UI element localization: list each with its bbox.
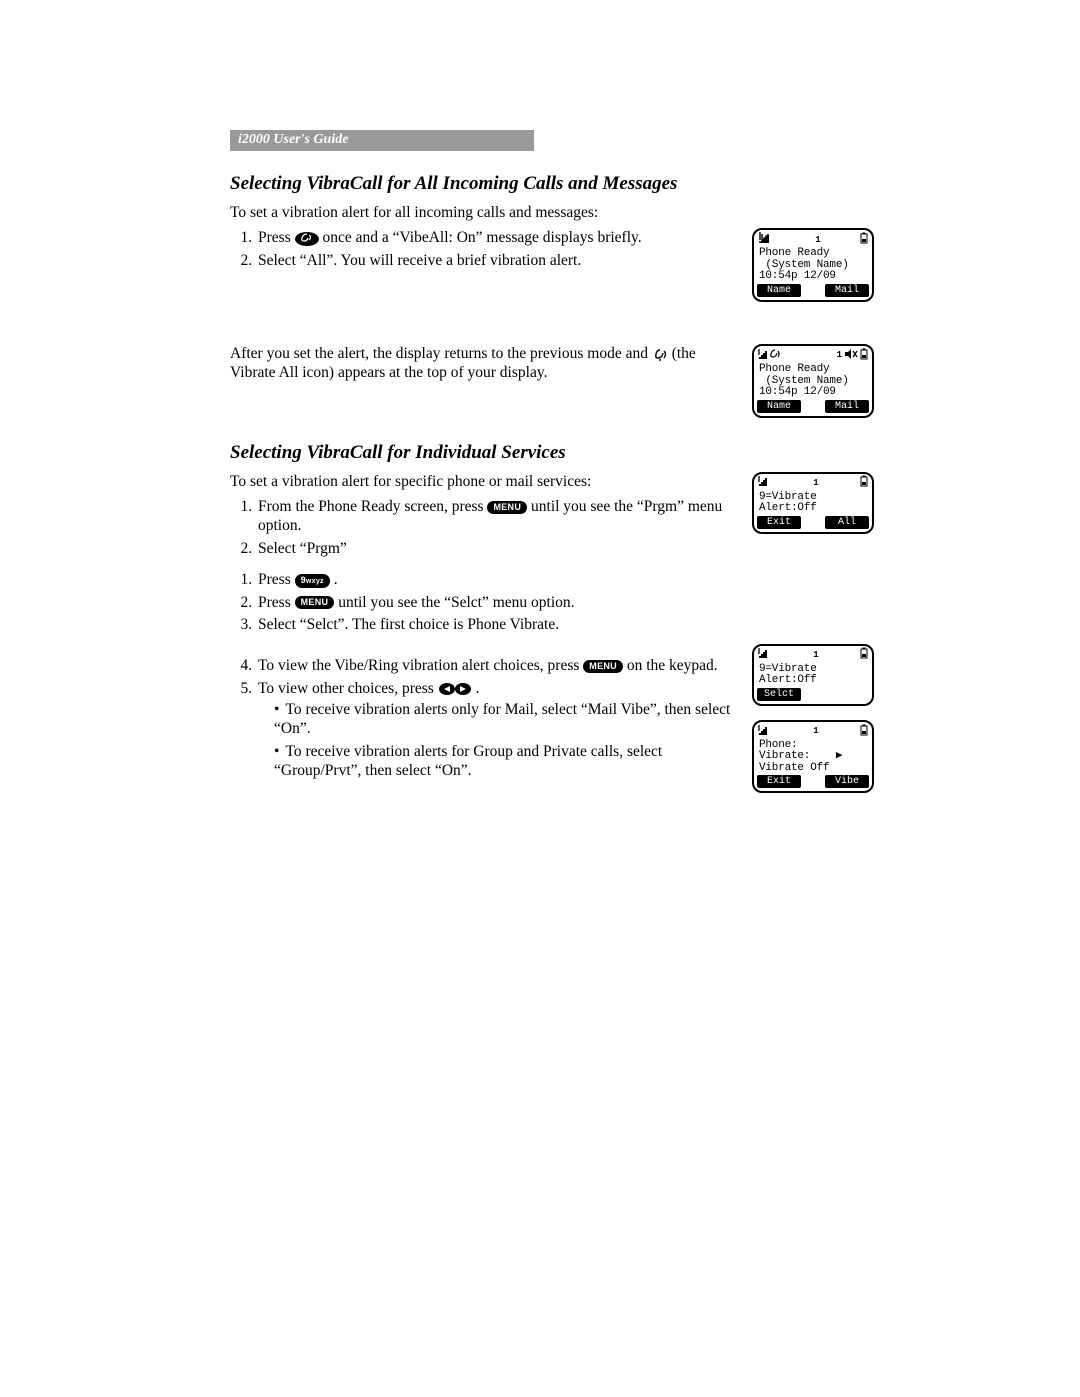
- battery-icon: [860, 647, 868, 664]
- line-digit: 1: [815, 236, 820, 245]
- section1-intro: To set a vibration alert for all incomin…: [230, 203, 880, 222]
- step: Press MENU until you see the “Selct” men…: [256, 593, 734, 612]
- softkey-right: Mail: [825, 400, 869, 413]
- menu-key-icon: MENU: [487, 501, 527, 514]
- signal-icon: [758, 232, 776, 249]
- header-title: i2000 User's Guide: [238, 132, 348, 147]
- softkey-left: Selct: [757, 688, 801, 701]
- step: Press 9wxyz .: [256, 570, 734, 589]
- phone-screen: 1 Phone: Vibrate: ▶ Vibrate Off Exit Vib…: [752, 720, 874, 794]
- screen-line: Vibrate Off: [759, 763, 867, 775]
- bullet: To receive vibration alerts only for Mai…: [272, 700, 734, 739]
- section2-bullets: To receive vibration alerts only for Mai…: [258, 700, 734, 781]
- nine-key-icon: 9wxyz: [295, 574, 330, 588]
- section1-steps: Press once and a “VibeAll: On” message d…: [230, 228, 734, 270]
- step: Press once and a “VibeAll: On” message d…: [256, 228, 734, 247]
- phone-screen: 1 9=Vibrate Alert:Off Exit All: [752, 472, 874, 534]
- line-digit: 1: [813, 727, 818, 736]
- softkey-left: Exit: [757, 516, 801, 529]
- softkey-right: Mail: [825, 284, 869, 297]
- status-row: 1: [757, 349, 869, 363]
- phone-screen: 1 9=Vibrate Alert:Off Selct ____: [752, 644, 874, 706]
- mute-icon: [844, 348, 858, 365]
- signal-icon: [758, 724, 772, 741]
- battery-icon: [860, 232, 868, 249]
- step: To view the Vibe/Ring vibration alert ch…: [256, 656, 734, 675]
- softkey-right: Vibe: [825, 775, 869, 788]
- page: i2000 User's Guide Selecting VibraCall f…: [0, 0, 1080, 1397]
- vibrate-all-icon: [652, 346, 668, 361]
- softkey-left: Name: [757, 284, 801, 297]
- vibe-key-icon: [295, 232, 319, 246]
- section1-title: Selecting VibraCall for All Incoming Cal…: [230, 173, 880, 195]
- line-digit: 1: [837, 351, 842, 360]
- step: To view other choices, press . To receiv…: [256, 679, 734, 781]
- section2-stepsB: Press 9wxyz . Press MENU until you see t…: [230, 570, 734, 780]
- line-digit: 1: [813, 651, 818, 660]
- battery-icon: [860, 348, 868, 365]
- softkey-right: All: [825, 516, 869, 529]
- section1-after: After you set the alert, the display ret…: [230, 344, 734, 383]
- line-digit: 1: [813, 479, 818, 488]
- menu-key-icon: MENU: [583, 660, 623, 673]
- softkey-right: ____: [825, 688, 869, 701]
- softkey-left: Name: [757, 400, 801, 413]
- screen-line: 10:54p 12/09: [759, 387, 867, 399]
- status-row: 1: [757, 233, 869, 247]
- menu-key-icon: MENU: [295, 596, 335, 609]
- softkey-left: Exit: [757, 775, 801, 788]
- battery-icon: [860, 475, 868, 492]
- phone-screen: 1 Phone Ready (System Name) 10:54p 12/09…: [752, 344, 874, 418]
- screen-line: Alert:Off: [759, 675, 867, 687]
- bullet: To receive vibration alerts for Group an…: [272, 742, 734, 781]
- screen-line: 10:54p 12/09: [759, 271, 867, 283]
- step: Select “Prgm”: [256, 539, 734, 558]
- section2-intro: To set a vibration alert for specific ph…: [230, 472, 734, 491]
- screen-line: Phone Ready: [759, 364, 867, 376]
- signal-icon: [758, 647, 772, 664]
- signal-vibe-icons: [758, 348, 788, 365]
- section2-title: Selecting VibraCall for Individual Servi…: [230, 442, 880, 464]
- battery-icon: [860, 724, 868, 741]
- screen-line: Alert:Off: [759, 503, 867, 515]
- header-bar: i2000 User's Guide: [230, 130, 534, 151]
- step: Select “Selct”. The first choice is Phon…: [256, 615, 734, 634]
- step: From the Phone Ready screen, press MENU …: [256, 497, 734, 536]
- phone-screen: 1 Phone Ready (System Name) 10:54p 12/09…: [752, 228, 874, 302]
- nav-arrows-icon: [438, 680, 472, 698]
- step: Select “All”. You will receive a brief v…: [256, 251, 734, 270]
- section2-stepsA: From the Phone Ready screen, press MENU …: [230, 497, 734, 558]
- signal-icon: [758, 475, 772, 492]
